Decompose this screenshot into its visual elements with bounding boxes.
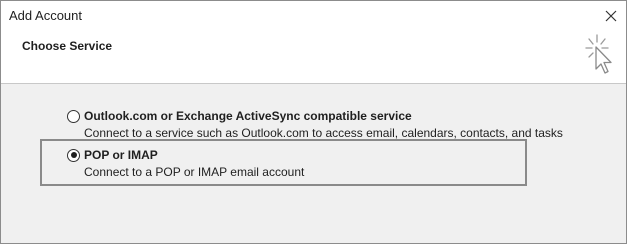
option-label[interactable]: Outlook.com or Exchange ActiveSync compa… <box>84 109 412 123</box>
wizard-cursor-icon <box>585 34 612 74</box>
option-pop-imap[interactable]: POP or IMAP Connect to a POP or IMAP ema… <box>67 147 304 179</box>
wizard-header: Choose Service <box>1 31 626 84</box>
title-bar: Add Account <box>1 1 626 31</box>
radio-outlook-exchange[interactable] <box>67 109 80 123</box>
option-description: Connect to a service such as Outlook.com… <box>84 126 563 140</box>
page-title: Choose Service <box>22 39 113 53</box>
window-title: Add Account <box>9 8 82 23</box>
radio-pop-imap[interactable] <box>67 148 80 162</box>
add-account-dialog: Add Account Choose Service Outlook.com o… <box>0 0 627 244</box>
close-icon <box>605 10 617 22</box>
option-label[interactable]: POP or IMAP <box>84 148 158 162</box>
option-description: Connect to a POP or IMAP email account <box>84 165 305 179</box>
close-button[interactable] <box>596 1 626 31</box>
option-outlook-exchange[interactable]: Outlook.com or Exchange ActiveSync compa… <box>67 108 563 140</box>
